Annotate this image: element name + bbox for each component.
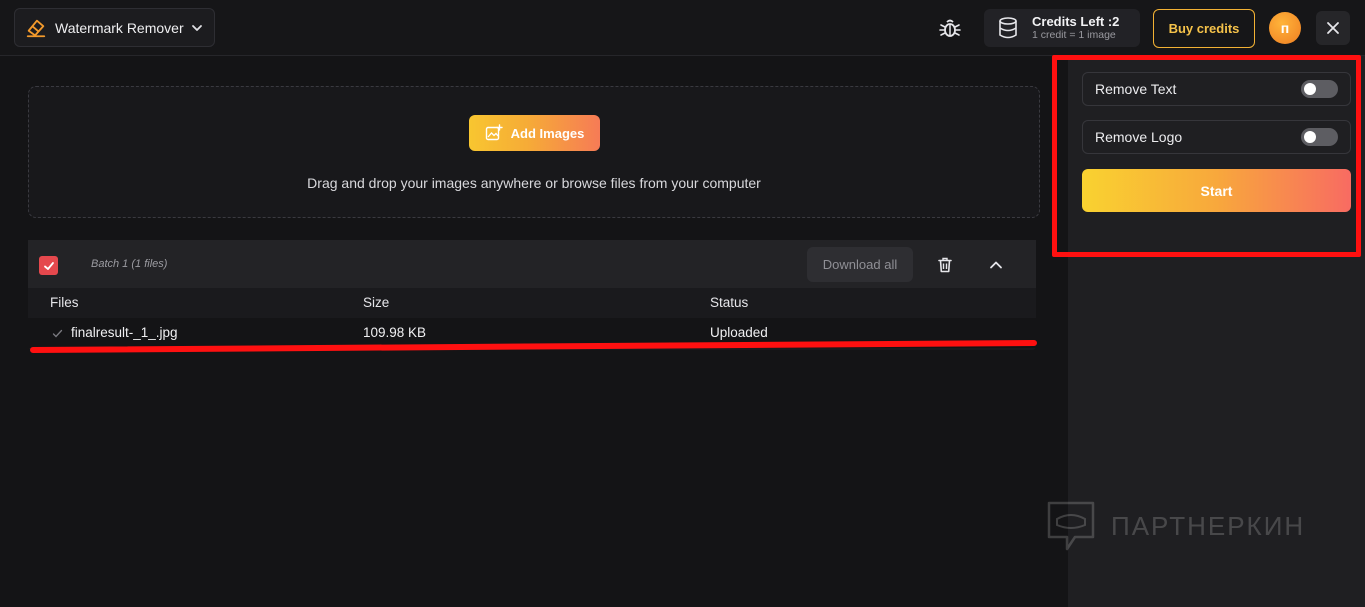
watermark: ПАРТНЕРКИН [1045,498,1325,554]
batch-header: Batch 1 (1 files) Download all [28,240,1036,288]
batch-label: Batch 1 (1 files) [91,258,168,270]
annotation-underline [30,340,1037,353]
chat-mask-logo-icon [1047,501,1095,551]
top-bar: Watermark Remover Credits Left :2 1 cred… [0,0,1365,56]
drop-hint-text: Drag and drop your images anywhere or br… [307,175,761,191]
credits-left-text: Credits Left :2 [1032,14,1120,30]
close-button[interactable] [1316,11,1350,45]
buy-credits-button[interactable]: Buy credits [1153,9,1255,48]
download-all-button[interactable]: Download all [807,247,913,282]
column-header-size: Size [363,295,390,310]
trash-icon[interactable] [936,256,954,274]
chevron-down-icon [192,24,202,31]
add-images-button[interactable]: Add Images [469,115,600,151]
database-icon [999,17,1017,39]
batch-select-checkbox[interactable] [39,256,58,275]
chevron-up-icon[interactable] [987,256,1005,274]
user-avatar[interactable]: п [1269,12,1301,44]
column-header-status: Status [710,295,749,310]
bug-report-icon[interactable] [938,16,962,40]
app-name: Watermark Remover [55,19,184,36]
credit-rate-text: 1 credit = 1 image [1032,29,1116,42]
image-drop-zone[interactable]: Add Images Drag and drop your images any… [28,86,1040,218]
batch-panel: Batch 1 (1 files) Download all Files Siz… [28,240,1036,350]
credits-indicator: Credits Left :2 1 credit = 1 image [984,9,1140,47]
watermark-text: ПАРТНЕРКИН [1111,510,1306,541]
add-images-label: Add Images [510,125,585,141]
eraser-logo-icon [26,19,46,37]
column-header-files: Files [50,295,79,310]
app-switcher-dropdown[interactable]: Watermark Remover [14,8,215,47]
checkmark-icon [43,261,54,270]
avatar-initial: п [1280,20,1290,36]
annotation-box [1052,55,1361,257]
add-image-icon [485,124,503,141]
close-icon [1327,22,1339,34]
